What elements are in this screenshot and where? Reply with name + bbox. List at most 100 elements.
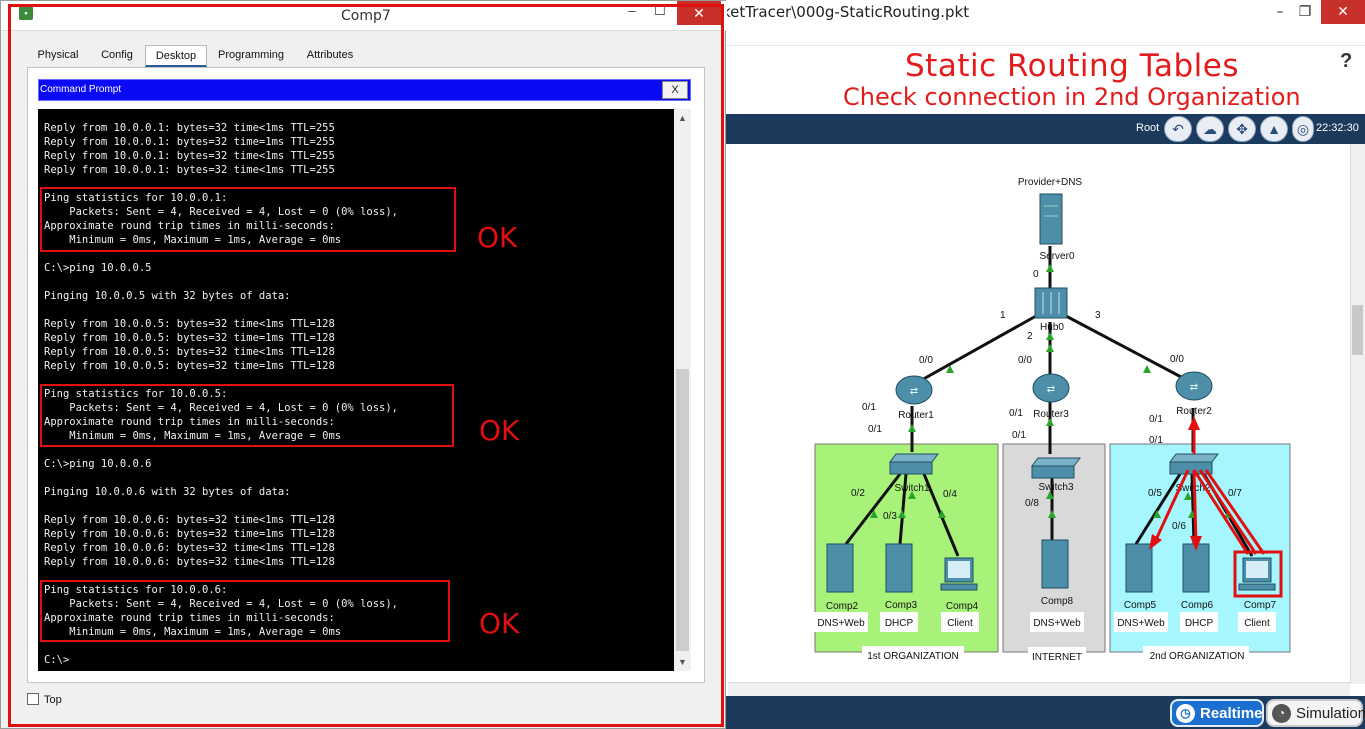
restore-button[interactable]: ❐ bbox=[1290, 0, 1320, 24]
hub0-device[interactable]: Hub0 bbox=[1034, 287, 1068, 333]
port-label: 3 bbox=[1095, 310, 1101, 321]
viewport-icon[interactable]: ◎ bbox=[1292, 116, 1314, 142]
port-label: 1 bbox=[1000, 310, 1006, 321]
router3-device[interactable]: ⇄ Router3 bbox=[1032, 373, 1070, 420]
terminal-line: Reply from 10.0.0.1: bytes=32 time<1ms T… bbox=[44, 150, 335, 162]
workspace-scroll-thumb[interactable] bbox=[1352, 305, 1363, 355]
router1-device[interactable]: ⇄ Router1 bbox=[895, 375, 934, 421]
terminal-line: Reply from 10.0.0.5: bytes=32 time=1ms T… bbox=[44, 360, 335, 372]
switch3-device[interactable]: Switch3 bbox=[1031, 457, 1081, 493]
realtime-label: Realtime bbox=[1200, 705, 1263, 722]
tab-desktop[interactable]: Desktop bbox=[145, 45, 207, 67]
comp7-label: Comp7 bbox=[1244, 600, 1277, 611]
port-label: 0/0 bbox=[919, 355, 933, 366]
hub0-label: Hub0 bbox=[1040, 322, 1064, 333]
comp4-role: Client bbox=[947, 618, 973, 629]
zone-1st-label: 1st ORGANIZATION bbox=[867, 651, 959, 662]
workspace-horizontal-scrollbar[interactable] bbox=[728, 682, 1350, 696]
background-image-icon[interactable]: ▲ bbox=[1260, 116, 1288, 142]
comp3-device[interactable]: Comp3 DHCP bbox=[880, 543, 918, 632]
comp3-role: DHCP bbox=[885, 618, 914, 629]
slide-subtitle: Check connection in 2nd Organization bbox=[843, 83, 1301, 111]
stopwatch-icon: ◔ bbox=[1272, 704, 1291, 723]
packettracer-title: ketTracer\000g-StaticRouting.pkt bbox=[722, 3, 970, 21]
port-label: 2 bbox=[1027, 331, 1033, 342]
close-button[interactable]: ✕ bbox=[1321, 0, 1365, 24]
port-label: 0/3 bbox=[883, 511, 897, 522]
comp8-label: Comp8 bbox=[1041, 596, 1074, 607]
tab-attributes[interactable]: Attributes bbox=[295, 45, 365, 67]
terminal-line: Reply from 10.0.0.1: bytes=32 time<1ms T… bbox=[44, 122, 335, 134]
dialog-titlebar[interactable]: ▪ Comp7 – ☐ ✕ bbox=[1, 1, 727, 31]
comp8-role: DNS+Web bbox=[1033, 618, 1081, 629]
ok-annotation: OK bbox=[477, 221, 518, 254]
port-label: 0/0 bbox=[1018, 355, 1032, 366]
comp7-dialog: ▪ Comp7 – ☐ ✕ Physical Config Desktop Pr… bbox=[0, 0, 727, 729]
terminal-line: C:\>ping 10.0.0.6 bbox=[44, 458, 152, 470]
top-checkbox[interactable] bbox=[27, 693, 39, 705]
ping-stats-highlight bbox=[40, 580, 450, 642]
dialog-close-button[interactable]: ✕ bbox=[677, 1, 721, 25]
tab-physical[interactable]: Physical bbox=[27, 45, 89, 67]
dialog-maximize-button[interactable]: ☐ bbox=[649, 3, 671, 19]
simulation-label: Simulation bbox=[1296, 705, 1365, 722]
port-label: 0/1 bbox=[1149, 435, 1163, 446]
comp6-label: Comp6 bbox=[1181, 600, 1214, 611]
port-label: 0/4 bbox=[943, 489, 957, 500]
port-label: 0/1 bbox=[1149, 414, 1163, 425]
screen: ketTracer\000g-StaticRouting.pkt – ❐ ✕ S… bbox=[0, 0, 1365, 729]
dialog-minimize-button[interactable]: – bbox=[621, 3, 643, 18]
svg-text:⇄: ⇄ bbox=[1190, 382, 1198, 393]
port-label: 0/6 bbox=[1172, 521, 1186, 532]
port-label: 0/0 bbox=[1170, 354, 1184, 365]
port-label: 0/5 bbox=[1148, 488, 1162, 499]
navigate-icon[interactable]: ✥ bbox=[1228, 116, 1256, 142]
router2-label: Router2 bbox=[1176, 406, 1212, 417]
router3-label: Router3 bbox=[1033, 409, 1069, 420]
router2-device[interactable]: ⇄ Router2 bbox=[1175, 371, 1213, 417]
comp5-label: Comp5 bbox=[1124, 600, 1157, 611]
port-label: 0/1 bbox=[1012, 430, 1026, 441]
port-label: 0/2 bbox=[851, 488, 865, 499]
scroll-up-icon[interactable]: ▲ bbox=[674, 111, 691, 125]
command-prompt-close-button[interactable]: X bbox=[662, 81, 688, 99]
back-icon[interactable]: ↶ bbox=[1164, 116, 1192, 142]
scroll-down-icon[interactable]: ▼ bbox=[674, 655, 691, 669]
terminal-line: Reply from 10.0.0.1: bytes=32 time=1ms T… bbox=[44, 136, 335, 148]
terminal-line: Reply from 10.0.0.6: bytes=32 time<1ms T… bbox=[44, 514, 335, 526]
router1-label: Router1 bbox=[898, 410, 934, 421]
comp6-role: DHCP bbox=[1185, 618, 1214, 629]
switch3-label: Switch3 bbox=[1038, 482, 1073, 493]
svg-text:⇄: ⇄ bbox=[1047, 384, 1055, 395]
terminal-line: Reply from 10.0.0.5: bytes=32 time=1ms T… bbox=[44, 332, 335, 344]
terminal-line: C:\>ping 10.0.0.5 bbox=[44, 262, 152, 274]
ping-stats-highlight bbox=[40, 384, 454, 447]
port-label: 0/8 bbox=[1025, 498, 1039, 509]
comp4-label: Comp4 bbox=[946, 601, 979, 612]
realtime-mode-button[interactable]: ◷ Realtime bbox=[1170, 699, 1264, 727]
slide-title: Static Routing Tables bbox=[905, 48, 1240, 84]
zone-2nd-label: 2nd ORGANIZATION bbox=[1150, 651, 1245, 662]
clock-icon: ◷ bbox=[1176, 704, 1195, 723]
root-label[interactable]: Root bbox=[1136, 122, 1159, 134]
help-icon[interactable]: ? bbox=[1340, 50, 1352, 73]
terminal-scroll-thumb[interactable] bbox=[676, 369, 689, 651]
port-label: 0/1 bbox=[862, 402, 876, 413]
tab-config[interactable]: Config bbox=[91, 45, 143, 67]
tab-programming[interactable]: Programming bbox=[211, 45, 291, 67]
terminal-line: Reply from 10.0.0.1: bytes=32 time<1ms T… bbox=[44, 164, 335, 176]
switch1-label: Switch1 bbox=[894, 483, 929, 494]
workspace-vertical-scrollbar[interactable] bbox=[1350, 144, 1365, 684]
comp2-label: Comp2 bbox=[826, 601, 859, 612]
svg-text:⇄: ⇄ bbox=[910, 386, 918, 397]
terminal-line: Reply from 10.0.0.6: bytes=32 time=1ms T… bbox=[44, 528, 335, 540]
terminal-line: Reply from 10.0.0.5: bytes=32 time<1ms T… bbox=[44, 318, 335, 330]
top-checkbox-label: Top bbox=[44, 694, 62, 706]
simulation-mode-button[interactable]: ◔ Simulation bbox=[1266, 699, 1365, 727]
cloud-icon[interactable]: ☁ bbox=[1196, 116, 1224, 142]
port-label: 0/1 bbox=[868, 424, 882, 435]
terminal-line: Pinging 10.0.0.6 with 32 bytes of data: bbox=[44, 486, 291, 498]
